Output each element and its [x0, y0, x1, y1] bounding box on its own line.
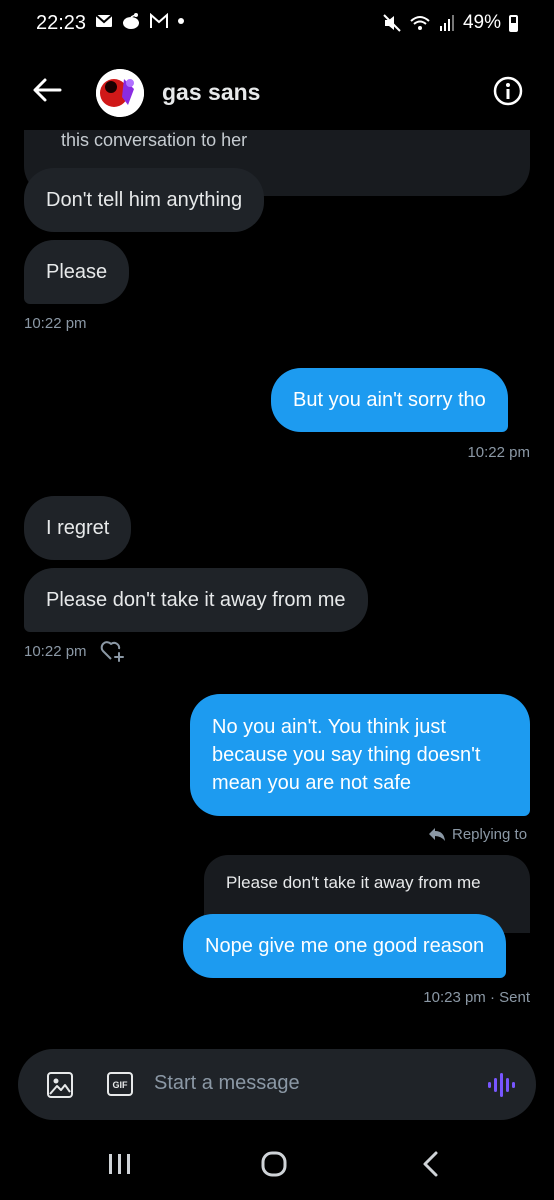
gif-icon[interactable]: GIF — [107, 1072, 133, 1096]
quoted-message-text: Please don't take it away from me — [226, 873, 481, 892]
message-text: I regret — [46, 517, 110, 539]
signal-icon — [439, 15, 454, 31]
message-text-line: mean you are not safe — [212, 772, 412, 794]
battery-icon — [509, 14, 518, 32]
voice-message-icon[interactable] — [486, 1071, 516, 1099]
message-timestamp: 10:22 pm — [467, 444, 530, 461]
message-text-line: No you ain't. You think just — [212, 716, 446, 738]
incoming-message[interactable]: Please don't take it away from me — [24, 568, 368, 632]
home-icon[interactable] — [254, 1148, 294, 1180]
quoted-message-text: this conversation to her — [61, 130, 248, 150]
mute-icon — [383, 14, 401, 32]
notification-icons — [95, 12, 185, 30]
image-icon[interactable] — [46, 1071, 74, 1099]
avatar[interactable] — [96, 69, 144, 117]
info-icon[interactable] — [492, 75, 524, 107]
add-reaction-icon[interactable] — [100, 640, 126, 662]
gif-label: GIF — [113, 1080, 129, 1090]
message-timestamp: 10:22 pm — [24, 643, 87, 660]
mail-icon — [95, 14, 113, 27]
message-input[interactable]: Start a message — [154, 1072, 300, 1095]
status-bar: 22:23 49% — [0, 0, 554, 50]
gmail-icon — [150, 13, 168, 28]
message-text-line: because you say thing doesn't — [212, 744, 481, 766]
replying-to-label: Replying to — [452, 826, 528, 843]
contact-name[interactable]: gas sans — [162, 79, 260, 106]
reddit-icon — [123, 13, 139, 29]
message-timestamp: 10:22 pm — [24, 315, 87, 332]
conversation-header: gas sans — [0, 55, 554, 130]
message-text: Please — [46, 261, 108, 283]
message-text: Nope give me one good reason — [205, 935, 485, 957]
reply-icon — [429, 828, 445, 841]
outgoing-message[interactable]: But you ain't sorry tho — [271, 368, 508, 432]
outgoing-message[interactable]: No you ain't. You think just because you… — [190, 694, 530, 816]
message-text: But you ain't sorry tho — [293, 389, 486, 411]
battery-percent: 49% — [462, 12, 501, 33]
incoming-message[interactable]: Please — [24, 240, 130, 304]
incoming-message[interactable]: Don't tell him anything — [24, 168, 265, 232]
avatar-image — [96, 69, 144, 117]
back-arrow-icon[interactable] — [30, 73, 64, 107]
dot-icon — [178, 18, 184, 24]
wifi-icon — [410, 16, 430, 30]
system-icons: 49% — [383, 12, 518, 34]
message-composer: GIF Start a message — [18, 1049, 536, 1120]
incoming-message[interactable]: I regret — [24, 496, 132, 560]
clock: 22:23 — [36, 12, 87, 34]
back-nav-icon[interactable] — [410, 1148, 450, 1180]
message-timestamp-sent: 10:23 pm · Sent — [423, 989, 530, 1006]
message-text: Don't tell him anything — [46, 189, 243, 211]
message-text: Please don't take it away from me — [46, 589, 346, 611]
outgoing-message[interactable]: Nope give me one good reason — [183, 914, 507, 978]
recent-apps-icon[interactable] — [100, 1148, 140, 1180]
system-navigation-bar — [0, 1130, 554, 1200]
